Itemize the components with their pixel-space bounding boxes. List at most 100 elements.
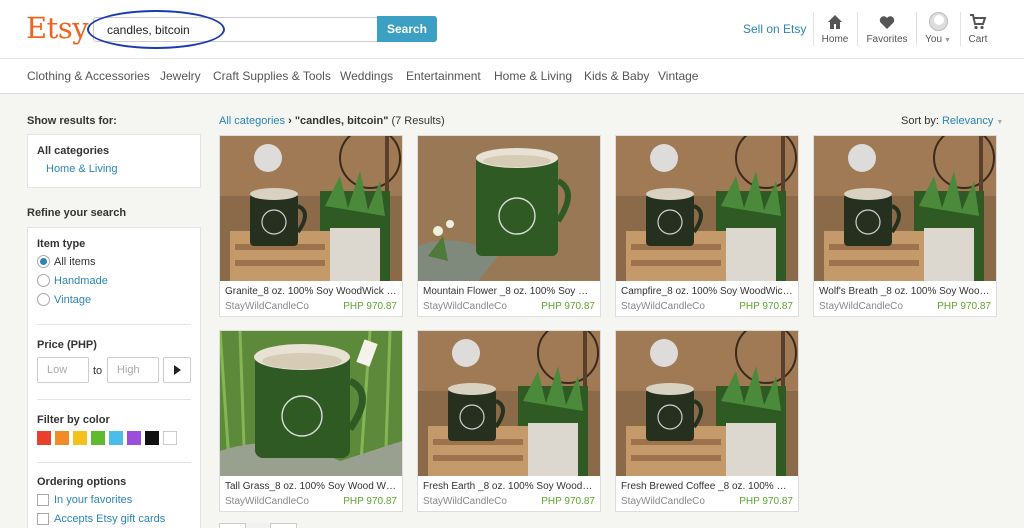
listing-title[interactable]: Mountain Flower _8 oz. 100% Soy WoodWick… bbox=[423, 286, 595, 297]
listing-image[interactable] bbox=[220, 136, 402, 281]
nav-divider bbox=[813, 12, 814, 46]
category-link[interactable]: Weddings bbox=[340, 69, 393, 83]
nav-you[interactable]: You ▼ bbox=[922, 12, 954, 45]
sort-control[interactable]: Sort by: Relevancy ▼ bbox=[901, 115, 1003, 127]
play-arrow-icon bbox=[174, 365, 181, 375]
checkbox-favorites-label[interactable]: In your favorites bbox=[54, 494, 132, 506]
listing-title[interactable]: Fresh Brewed Coffee _8 oz. 100% Soy Wood… bbox=[621, 481, 793, 492]
listing-card[interactable]: Fresh Brewed Coffee _8 oz. 100% Soy Wood… bbox=[615, 330, 799, 512]
color-swatch-white[interactable] bbox=[163, 431, 177, 445]
nav-home[interactable]: Home bbox=[818, 12, 852, 45]
category-link[interactable]: Vintage bbox=[658, 69, 698, 83]
listing-price: PHP 970.87 bbox=[343, 496, 397, 507]
listing-card[interactable]: Wolf's Breath _8 oz. 100% Soy Wood Wick … bbox=[813, 135, 997, 317]
listing-price: PHP 970.87 bbox=[541, 301, 595, 312]
checkbox-gift-cards-label[interactable]: Accepts Etsy gift cards bbox=[54, 513, 165, 525]
color-swatch-black[interactable] bbox=[145, 431, 159, 445]
sort-value[interactable]: Relevancy bbox=[942, 115, 993, 127]
pagination-current[interactable] bbox=[245, 523, 271, 528]
category-link[interactable]: Entertainment bbox=[406, 69, 481, 83]
nav-divider bbox=[960, 12, 961, 46]
nav-favorites[interactable]: Favorites bbox=[864, 12, 910, 45]
listing-shop[interactable]: StayWildCandleCo bbox=[423, 301, 507, 312]
radio-vintage[interactable] bbox=[37, 293, 50, 306]
listing-title[interactable]: Campfire_8 oz. 100% Soy WoodWick Candle bbox=[621, 286, 793, 297]
nav-divider bbox=[916, 12, 917, 46]
breadcrumb: All categories › "candles, bitcoin" (7 R… bbox=[219, 115, 445, 127]
color-swatch-blue[interactable] bbox=[109, 431, 123, 445]
color-swatch-orange[interactable] bbox=[55, 431, 69, 445]
listing-card[interactable]: Fresh Earth _8 oz. 100% Soy Wood Wick Ca… bbox=[417, 330, 601, 512]
nav-favorites-label: Favorites bbox=[866, 34, 908, 45]
listing-image[interactable] bbox=[220, 331, 402, 476]
category-link[interactable]: Kids & Baby bbox=[584, 69, 649, 83]
nav-divider bbox=[857, 12, 858, 46]
home-living-filter-link[interactable]: Home & Living bbox=[46, 163, 118, 175]
listing-shop[interactable]: StayWildCandleCo bbox=[819, 301, 903, 312]
listing-price: PHP 970.87 bbox=[541, 496, 595, 507]
item-type-heading: Item type bbox=[37, 238, 86, 250]
listing-card[interactable]: Granite_8 oz. 100% Soy WoodWick Candle S… bbox=[219, 135, 403, 317]
listing-shop[interactable]: StayWildCandleCo bbox=[621, 301, 705, 312]
site-header: Etsy Search Sell on Etsy Home Favorites … bbox=[0, 0, 1024, 58]
listing-image[interactable] bbox=[814, 136, 996, 281]
result-count: (7 Results) bbox=[391, 115, 445, 127]
listing-price: PHP 970.87 bbox=[739, 301, 793, 312]
listing-shop[interactable]: StayWildCandleCo bbox=[423, 496, 507, 507]
nav-home-label: Home bbox=[821, 34, 849, 45]
price-submit-button[interactable] bbox=[163, 357, 191, 383]
listing-card[interactable]: Mountain Flower _8 oz. 100% Soy WoodWick… bbox=[417, 135, 601, 317]
breadcrumb-all-categories[interactable]: All categories bbox=[219, 115, 285, 127]
search-button[interactable]: Search bbox=[377, 16, 437, 42]
breadcrumb-separator: › bbox=[288, 115, 292, 127]
sell-on-etsy-link[interactable]: Sell on Etsy bbox=[743, 22, 806, 36]
listing-image[interactable] bbox=[418, 136, 600, 281]
category-link[interactable]: Craft Supplies & Tools bbox=[213, 69, 331, 83]
listing-card[interactable]: Tall Grass_8 oz. 100% Soy Wood Wick Cand… bbox=[219, 330, 403, 512]
color-swatch-purple[interactable] bbox=[127, 431, 141, 445]
radio-vintage-label[interactable]: Vintage bbox=[54, 294, 91, 306]
listing-shop[interactable]: StayWildCandleCo bbox=[225, 496, 309, 507]
divider bbox=[37, 399, 191, 400]
sort-label: Sort by: bbox=[901, 115, 939, 127]
checkbox-gift-cards[interactable] bbox=[37, 513, 49, 525]
chevron-down-icon: ▼ bbox=[942, 37, 951, 44]
radio-handmade[interactable] bbox=[37, 274, 50, 287]
nav-cart[interactable]: Cart bbox=[964, 12, 992, 45]
category-link[interactable]: Jewelry bbox=[160, 69, 201, 83]
color-swatch-yellow[interactable] bbox=[73, 431, 87, 445]
listing-title[interactable]: Fresh Earth _8 oz. 100% Soy Wood Wick Ca… bbox=[423, 481, 595, 492]
filter-color-heading: Filter by color bbox=[37, 414, 110, 426]
price-to-label: to bbox=[93, 365, 103, 377]
listing-title[interactable]: Tall Grass_8 oz. 100% Soy Wood Wick Cand… bbox=[225, 481, 397, 492]
listing-image[interactable] bbox=[418, 331, 600, 476]
radio-all-items-label[interactable]: All items bbox=[54, 256, 96, 268]
listing-shop[interactable]: StayWildCandleCo bbox=[225, 301, 309, 312]
color-swatch-green[interactable] bbox=[91, 431, 105, 445]
listing-image[interactable] bbox=[616, 136, 798, 281]
pagination[interactable] bbox=[219, 523, 297, 528]
price-low-input[interactable]: Low bbox=[37, 357, 89, 383]
divider bbox=[37, 462, 191, 463]
radio-handmade-label[interactable]: Handmade bbox=[54, 275, 108, 287]
chevron-down-icon: ▼ bbox=[996, 119, 1004, 126]
listing-image[interactable] bbox=[616, 331, 798, 476]
price-high-input[interactable]: High bbox=[107, 357, 159, 383]
etsy-logo[interactable]: Etsy bbox=[26, 11, 89, 45]
checkbox-favorites[interactable] bbox=[37, 494, 49, 506]
listing-card[interactable]: Campfire_8 oz. 100% Soy WoodWick Candle … bbox=[615, 135, 799, 317]
category-link[interactable]: Clothing & Accessories bbox=[27, 69, 150, 83]
search-input[interactable] bbox=[93, 17, 378, 42]
radio-all-items[interactable] bbox=[37, 255, 50, 268]
nav-cart-label: Cart bbox=[968, 34, 988, 45]
listing-title[interactable]: Granite_8 oz. 100% Soy WoodWick Candle bbox=[225, 286, 397, 297]
category-link[interactable]: Home & Living bbox=[494, 69, 572, 83]
show-results-heading: Show results for: bbox=[27, 115, 117, 127]
color-swatch-red[interactable] bbox=[37, 431, 51, 445]
listing-price: PHP 970.87 bbox=[739, 496, 793, 507]
all-categories-label[interactable]: All categories bbox=[37, 145, 109, 157]
price-heading: Price (PHP) bbox=[37, 339, 97, 351]
listing-shop[interactable]: StayWildCandleCo bbox=[621, 496, 705, 507]
refine-panel: Item type All items Handmade Vintage Pri… bbox=[27, 227, 201, 528]
listing-title[interactable]: Wolf's Breath _8 oz. 100% Soy Wood Wick … bbox=[819, 286, 991, 297]
